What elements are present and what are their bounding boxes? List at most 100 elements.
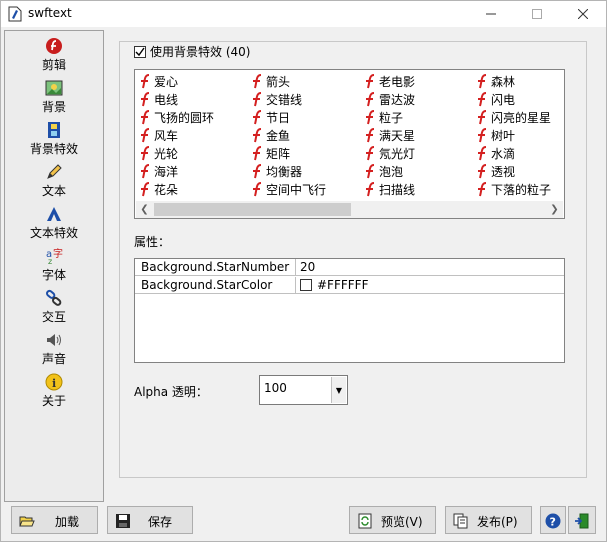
flash-effect-icon xyxy=(141,181,150,196)
effect-item[interactable]: 箭头 xyxy=(250,72,290,90)
effect-item[interactable]: 闪电 xyxy=(475,90,515,108)
sidebar-item-background-effects[interactable]: 背景特效 xyxy=(5,117,103,157)
effect-item[interactable]: 透视 xyxy=(475,162,515,180)
sidebar-item-interaction[interactable]: 交互 xyxy=(5,285,103,325)
property-value[interactable]: #FFFFFF xyxy=(300,278,368,292)
properties-grid: Background.StarNumber 20 Background.Star… xyxy=(134,258,565,363)
property-value-text: #FFFFFF xyxy=(317,278,369,292)
link-icon xyxy=(45,289,63,307)
effect-label: 电线 xyxy=(154,92,179,107)
sidebar-item-clip[interactable]: 剪辑 xyxy=(5,33,103,73)
help-icon: ? xyxy=(545,513,561,529)
scroll-left-icon[interactable]: ❮ xyxy=(136,201,153,218)
effect-item[interactable]: 扫描线 xyxy=(363,180,415,198)
flash-effect-icon xyxy=(253,163,262,178)
horizontal-scrollbar[interactable]: ❮ ❯ xyxy=(136,201,563,218)
maximize-button[interactable] xyxy=(514,1,560,27)
dropdown-arrow-icon[interactable]: ▼ xyxy=(331,377,346,403)
effect-item[interactable]: 花朵 xyxy=(138,180,178,198)
effect-item[interactable]: 风车 xyxy=(138,126,178,144)
effect-label: 透视 xyxy=(491,164,516,179)
flash-effect-icon xyxy=(478,127,487,142)
effect-item[interactable]: 树叶 xyxy=(475,126,515,144)
load-button[interactable]: 加载 xyxy=(11,506,98,534)
sidebar-item-background[interactable]: 背景 xyxy=(5,75,103,115)
use-effects-checkbox[interactable]: 使用背景特效 (40) xyxy=(134,43,254,60)
help-button[interactable]: ? xyxy=(540,506,566,534)
sidebar-item-text-effects[interactable]: 文本特效 xyxy=(5,201,103,241)
effect-item[interactable]: 粒子 xyxy=(363,108,403,126)
sidebar-item-font[interactable]: a字z 字体 xyxy=(5,243,103,283)
effect-label: 树叶 xyxy=(491,128,516,143)
effect-item[interactable]: 交错线 xyxy=(250,90,302,108)
effect-label: 雷达波 xyxy=(379,92,416,107)
property-value-text: 20 xyxy=(300,260,316,274)
effect-label: 节日 xyxy=(266,110,291,125)
flash-effect-icon xyxy=(253,181,262,196)
flash-effect-icon xyxy=(366,127,375,142)
effect-item[interactable]: 爱心 xyxy=(138,72,178,90)
effect-item[interactable]: 森林 xyxy=(475,72,515,90)
properties-label: 属性： xyxy=(134,235,171,249)
effect-item[interactable]: 下落的粒子 xyxy=(475,180,551,198)
effect-item[interactable]: 飞扬的圆环 xyxy=(138,108,214,126)
sidebar-item-about[interactable]: i 关于 xyxy=(5,369,103,409)
effect-label: 交错线 xyxy=(266,92,303,107)
checkmark-icon xyxy=(135,47,145,56)
effect-item[interactable]: 光轮 xyxy=(138,144,178,162)
effect-item[interactable]: 老电影 xyxy=(363,72,415,90)
sidebar-item-text[interactable]: 文本 xyxy=(5,159,103,199)
property-value[interactable]: 20 xyxy=(300,260,315,274)
sidebar-item-sound[interactable]: 声音 xyxy=(5,327,103,367)
info-icon: i xyxy=(45,373,63,391)
alpha-value[interactable]: 100 xyxy=(264,381,287,395)
title-bar: swftext xyxy=(1,1,606,27)
effect-label: 矩阵 xyxy=(266,146,291,161)
flash-effect-icon xyxy=(141,73,150,88)
effect-item[interactable]: 水滴 xyxy=(475,144,515,162)
effect-label: 金鱼 xyxy=(266,128,291,143)
effect-item[interactable]: 空间中飞行 xyxy=(250,180,326,198)
sidebar-item-label: 字体 xyxy=(41,268,66,282)
save-button[interactable]: 保存 xyxy=(107,506,193,534)
effect-item[interactable]: 电线 xyxy=(138,90,178,108)
effect-item[interactable]: 矩阵 xyxy=(250,144,290,162)
alpha-spinbox[interactable]: 100 ▼ xyxy=(259,375,348,405)
color-swatch[interactable] xyxy=(300,279,312,291)
flash-effect-icon xyxy=(478,109,487,124)
flash-effect-icon xyxy=(478,73,487,88)
svg-text:字: 字 xyxy=(53,247,63,260)
use-effects-label: 使用背景特效 (40) xyxy=(150,45,251,59)
checkbox-box[interactable] xyxy=(134,45,146,58)
scroll-right-icon[interactable]: ❯ xyxy=(546,201,563,218)
effect-item[interactable]: 泡泡 xyxy=(363,162,403,180)
property-key: Background.StarColor xyxy=(141,278,273,292)
effect-item[interactable]: 雷达波 xyxy=(363,90,415,108)
app-window: swftext 剪辑 背景 背景特效 文本 文本特效 a 字 z 字体 交互 声… xyxy=(0,0,607,542)
effect-label: 老电影 xyxy=(379,74,416,89)
publish-label: 发布(P) xyxy=(477,515,518,529)
effect-item[interactable]: 闪亮的星星 xyxy=(475,108,551,126)
effect-label: 水滴 xyxy=(491,146,516,161)
effect-item[interactable]: 满天星 xyxy=(363,126,415,144)
property-row[interactable]: Background.StarNumber 20 xyxy=(135,259,564,276)
effects-list: 爱心 箭头 老电影 森林电线 交错线 雷达波 闪电飞扬的圆环 节日 粒子 闪亮的星星风车 金鱼 满天星… xyxy=(134,69,565,219)
scrollbar-thumb[interactable] xyxy=(154,203,351,216)
exit-button[interactable] xyxy=(568,506,596,534)
flash-effect-icon xyxy=(141,127,150,142)
flash-effect-icon xyxy=(366,109,375,124)
publish-button[interactable]: 发布(P) xyxy=(445,506,532,534)
effect-item[interactable]: 海洋 xyxy=(138,162,178,180)
minimize-button[interactable] xyxy=(468,1,514,27)
flash-icon xyxy=(45,37,63,55)
effect-item[interactable]: 节日 xyxy=(250,108,290,126)
effect-item[interactable]: 金鱼 xyxy=(250,126,290,144)
window-title: swftext xyxy=(28,6,72,20)
close-button[interactable] xyxy=(560,1,606,27)
effect-item[interactable]: 氖光灯 xyxy=(363,144,415,162)
effect-item[interactable]: 均衡器 xyxy=(250,162,302,180)
preview-button[interactable]: 预览(V) xyxy=(349,506,436,534)
sidebar-item-label: 文本特效 xyxy=(29,226,78,240)
property-row[interactable]: Background.StarColor #FFFFFF xyxy=(135,277,564,294)
preview-label: 预览(V) xyxy=(381,515,423,529)
